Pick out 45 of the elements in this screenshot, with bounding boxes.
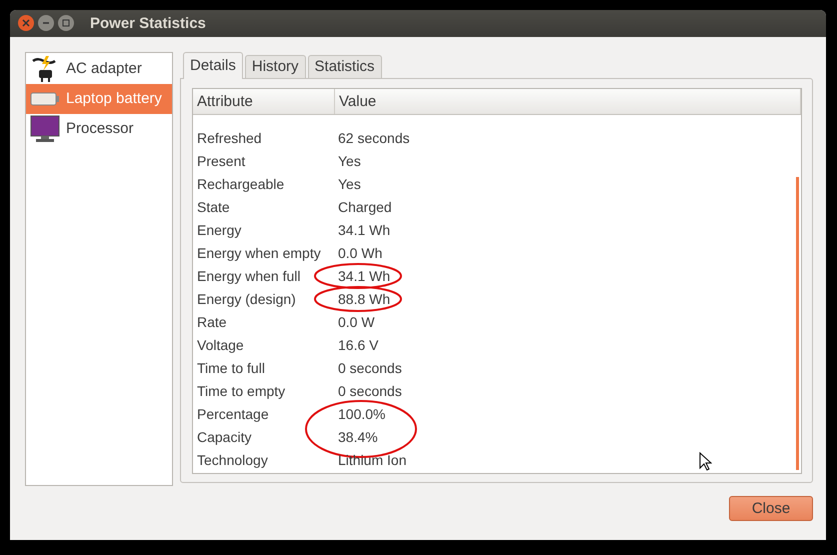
- attribute-cell-text: Energy when full: [196, 268, 302, 284]
- attribute-cell-text: Energy: [196, 222, 242, 238]
- value-cell: 100.0%: [334, 406, 386, 422]
- attribute-cell-text: Rechargeable: [196, 176, 286, 192]
- tab[interactable]: Statistics: [308, 54, 382, 78]
- attribute-cell-text: Technology: [196, 452, 269, 468]
- close-button[interactable]: Close: [729, 496, 813, 522]
- value-cell: 88.8 Wh: [334, 291, 390, 308]
- value-cell-text: 0 seconds: [337, 383, 402, 400]
- value-cell-text: 34.1 Wh: [337, 222, 390, 238]
- tab[interactable]: History: [244, 54, 306, 78]
- attribute-cell-text: Capacity: [196, 429, 252, 446]
- column-header[interactable]: Attribute: [193, 88, 335, 114]
- monitor-icon: [30, 114, 60, 143]
- device-item[interactable]: Processor: [26, 114, 172, 144]
- maximize-icon[interactable]: [58, 15, 74, 32]
- attribute-cell-text: Time to empty: [196, 383, 286, 400]
- device-item[interactable]: AC adapter: [26, 54, 172, 84]
- value-cell-text: Yes: [337, 176, 361, 192]
- window-title: Power Statistics: [90, 14, 206, 32]
- value-cell-text: Yes: [337, 153, 361, 170]
- value-cell: 34.1 Wh: [334, 268, 390, 284]
- attribute-cell-text: Present: [196, 153, 246, 170]
- value-cell-text: 0 seconds: [337, 360, 402, 376]
- value-cell-text: 38.4%: [337, 429, 378, 446]
- column-header[interactable]: Value: [335, 88, 801, 114]
- value-cell-text: 0.0 W: [337, 314, 375, 330]
- attribute-cell-text: Rate: [196, 314, 228, 330]
- mouse-pointer-icon: [699, 452, 712, 471]
- value-cell-text: Charged: [337, 199, 392, 216]
- attribute-cell-text: Refreshed: [196, 130, 263, 146]
- value-cell-text: 62 seconds: [337, 130, 410, 146]
- value-cell-text: 0.0 Wh: [337, 245, 382, 262]
- minimize-icon[interactable]: [38, 15, 54, 32]
- tab[interactable]: Details: [183, 52, 243, 79]
- value-cell-text: 16.6 V: [337, 337, 378, 354]
- scrollbar[interactable]: [796, 176, 799, 470]
- attribute-cell-text: State: [196, 199, 231, 216]
- attribute-cell-text: Percentage: [196, 406, 270, 422]
- attribute-cell-text: Time to full: [196, 360, 266, 376]
- attribute-cell-text: Voltage: [196, 337, 245, 354]
- close-icon[interactable]: [18, 15, 34, 32]
- attribute-cell-text: Energy when empty: [196, 245, 322, 262]
- battery-icon: [30, 92, 60, 106]
- attribute-cell-text: Energy (design): [196, 291, 297, 308]
